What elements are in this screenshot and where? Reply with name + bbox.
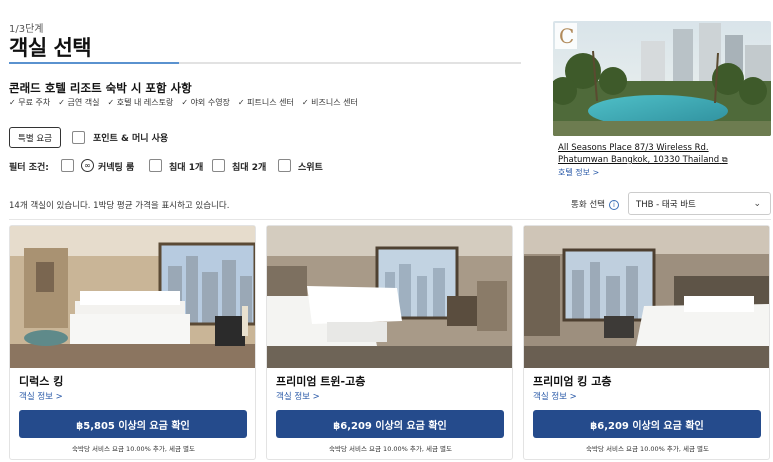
link-icon: ∞: [81, 159, 94, 172]
inclusions-title: 콘래드 호텔 리조트 숙박 시 포함 사항: [9, 81, 192, 95]
view-rates-button[interactable]: ฿6,209 이상의 요금 확인: [533, 410, 761, 438]
currency-select[interactable]: THB - 태국 바트 ⌄: [628, 192, 771, 215]
hotel-logo: C: [559, 24, 574, 48]
filter-one-bed-label: 침대 1개: [169, 163, 204, 173]
chevron-down-icon: ⌄: [753, 198, 761, 209]
amenities-list: ✓ 무료 주차 ✓ 금연 객실 ✓ 호텔 내 레스토랑 ✓ 야외 수영장 ✓ 피…: [9, 97, 358, 108]
one-bed-checkbox[interactable]: [149, 159, 162, 172]
two-beds-checkbox[interactable]: [212, 159, 225, 172]
room-name: 디럭스 킹: [19, 375, 64, 388]
amenity-item: ✓ 호텔 내 레스토랑: [107, 98, 174, 107]
currency-label-text: 통화 선택: [571, 200, 605, 210]
tax-note: 숙박당 서비스 요금 10.00% 추가, 세금 별도: [586, 445, 709, 453]
hotel-address[interactable]: All Seasons Place 87/3 Wireless Rd. Phat…: [558, 142, 728, 166]
filter-two-beds-label: 침대 2개: [232, 163, 267, 173]
filter-connecting-room-label: 커넥팅 룸: [98, 163, 135, 173]
room-info-link[interactable]: 객실 정보 >: [533, 390, 577, 402]
info-icon[interactable]: i: [608, 199, 619, 210]
amenity-item: ✓ 피트니스 센터: [237, 98, 294, 107]
external-link-icon: ⧉: [721, 155, 728, 164]
room-name: 프리미엄 킹 고층: [533, 375, 612, 388]
room-info-link[interactable]: 객실 정보 >: [19, 390, 63, 402]
room-card: 프리미엄 트윈-고층 객실 정보 > ฿6,209 이상의 요금 확인 숙박당 …: [266, 225, 513, 460]
amenity-item: ✓ 야외 수영장: [181, 98, 230, 107]
room-image[interactable]: [267, 226, 512, 368]
suite-checkbox[interactable]: [278, 159, 291, 172]
room-image[interactable]: [10, 226, 255, 368]
tax-note: 숙박당 서비스 요금 10.00% 추가, 세금 별도: [72, 445, 195, 453]
currency-select-value: THB - 태국 바트: [636, 199, 696, 210]
points-money-label: 포인트 & 머니 사용: [93, 134, 169, 144]
filter-label: 필터 조건:: [9, 163, 49, 173]
room-image[interactable]: [524, 226, 769, 368]
tax-note: 숙박당 서비스 요금 10.00% 추가, 세금 별도: [329, 445, 452, 453]
view-rates-button[interactable]: ฿5,805 이상의 요금 확인: [19, 410, 247, 438]
address-line-2-text: Phatumwan Bangkok, 10330 Thailand: [558, 155, 720, 165]
filter-suite-label: 스위트: [298, 163, 323, 173]
view-rates-button[interactable]: ฿6,209 이상의 요금 확인: [276, 410, 504, 438]
hotel-image: C: [553, 21, 771, 136]
amenity-item: ✓ 금연 객실: [58, 98, 100, 107]
room-info-link[interactable]: 객실 정보 >: [276, 390, 320, 402]
hotel-info-link[interactable]: 호텔 정보 >: [558, 167, 599, 178]
progress-bar-fill: [9, 62, 179, 64]
points-money-checkbox[interactable]: [72, 131, 85, 144]
address-line-1: All Seasons Place 87/3 Wireless Rd.: [558, 143, 709, 153]
room-count-text: 14개 객실이 있습니다. 1박당 평균 가격을 표시하고 있습니다.: [9, 201, 230, 211]
room-card: 디럭스 킹 객실 정보 > ฿5,805 이상의 요금 확인 숙박당 서비스 요…: [9, 225, 256, 460]
amenity-item: ✓ 무료 주차: [9, 98, 51, 107]
amenity-item: ✓ 비즈니스 센터: [301, 98, 358, 107]
currency-label: 통화 선택 i: [571, 198, 619, 210]
address-line-2: Phatumwan Bangkok, 10330 Thailand ⧉: [558, 154, 728, 166]
special-rates-button[interactable]: 특별 요금: [9, 127, 61, 148]
connecting-room-checkbox[interactable]: [61, 159, 74, 172]
divider: [9, 219, 771, 220]
progress-bar: [9, 62, 521, 64]
room-card: 프리미엄 킹 고층 객실 정보 > ฿6,209 이상의 요금 확인 숙박당 서…: [523, 225, 770, 460]
page-title: 객실 선택: [9, 36, 92, 60]
room-name: 프리미엄 트윈-고층: [276, 375, 366, 388]
